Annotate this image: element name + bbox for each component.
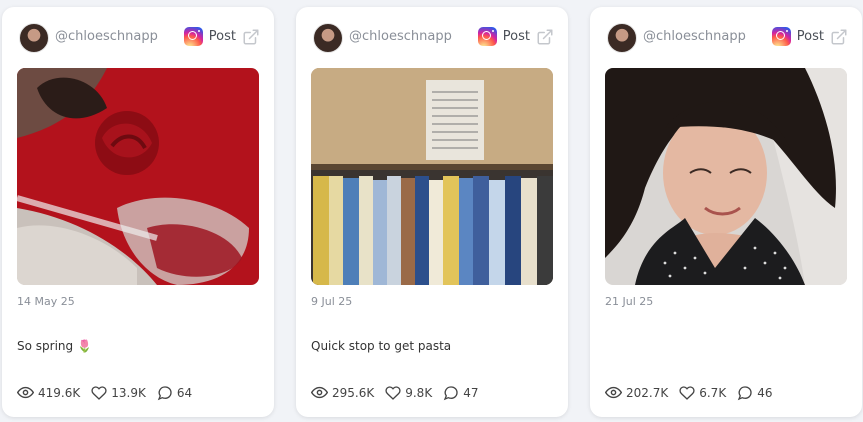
post-caption: So spring 🌷 xyxy=(17,339,92,353)
post-image[interactable] xyxy=(17,68,259,285)
comment-icon xyxy=(443,385,458,400)
comments-stat: 47 xyxy=(443,385,478,401)
account-handle[interactable]: @chloeschnapp xyxy=(643,29,746,44)
views-stat: 419.6K xyxy=(17,384,80,401)
comments-stat: 46 xyxy=(737,385,772,401)
post-date: 14 May 25 xyxy=(17,295,75,308)
post-label: Post xyxy=(502,29,530,44)
heart-icon xyxy=(385,385,401,400)
post-caption: Quick stop to get pasta xyxy=(311,339,452,353)
eye-icon xyxy=(605,386,622,399)
account-handle[interactable]: @chloeschnapp xyxy=(55,29,158,44)
post-label: Post xyxy=(796,29,824,44)
likes-stat: 9.8K xyxy=(385,385,432,401)
post-image[interactable] xyxy=(605,68,847,285)
post-card[interactable]: @chloeschnapp Post 9 Jul 25 Quick stop t… xyxy=(296,7,568,417)
views-count: 202.7K xyxy=(626,385,669,400)
comments-stat: 64 xyxy=(157,385,192,401)
post-date: 9 Jul 25 xyxy=(311,295,353,308)
avatar[interactable] xyxy=(19,23,49,53)
comments-count: 47 xyxy=(463,385,479,400)
external-link-icon[interactable] xyxy=(536,28,554,46)
comments-count: 46 xyxy=(757,385,773,400)
views-stat: 295.6K xyxy=(311,384,374,401)
heart-icon xyxy=(91,385,107,400)
post-date: 21 Jul 25 xyxy=(605,295,654,308)
view-post-link[interactable]: Post xyxy=(183,27,260,46)
external-link-icon[interactable] xyxy=(242,28,260,46)
avatar[interactable] xyxy=(607,23,637,53)
post-stats: 295.6K 9.8K 47 xyxy=(311,384,489,401)
post-card[interactable]: @chloeschnapp Post 14 May 25 So spring 🌷… xyxy=(2,7,274,417)
view-post-link[interactable]: Post xyxy=(477,27,554,46)
account-handle[interactable]: @chloeschnapp xyxy=(349,29,452,44)
avatar[interactable] xyxy=(313,23,343,53)
likes-count: 13.9K xyxy=(111,385,146,400)
comment-icon xyxy=(157,385,172,400)
likes-count: 9.8K xyxy=(405,385,433,400)
external-link-icon[interactable] xyxy=(830,28,848,46)
instagram-icon xyxy=(477,27,497,46)
heart-icon xyxy=(679,385,695,400)
likes-stat: 13.9K xyxy=(91,385,146,401)
eye-icon xyxy=(311,386,328,399)
likes-count: 6.7K xyxy=(699,385,727,400)
views-stat: 202.7K xyxy=(605,384,668,401)
instagram-icon xyxy=(771,27,791,46)
comment-icon xyxy=(737,385,752,400)
view-post-link[interactable]: Post xyxy=(771,27,848,46)
instagram-icon xyxy=(183,27,203,46)
post-stats: 419.6K 13.9K 64 xyxy=(17,384,203,401)
views-count: 295.6K xyxy=(332,385,375,400)
likes-stat: 6.7K xyxy=(679,385,726,401)
post-stats: 202.7K 6.7K 46 xyxy=(605,384,783,401)
post-label: Post xyxy=(208,29,236,44)
views-count: 419.6K xyxy=(38,385,81,400)
post-card[interactable]: @chloeschnapp Post 21 Jul 25 202.7K 6.7K… xyxy=(590,7,862,417)
eye-icon xyxy=(17,386,34,399)
post-image[interactable] xyxy=(311,68,553,285)
comments-count: 64 xyxy=(176,385,193,400)
